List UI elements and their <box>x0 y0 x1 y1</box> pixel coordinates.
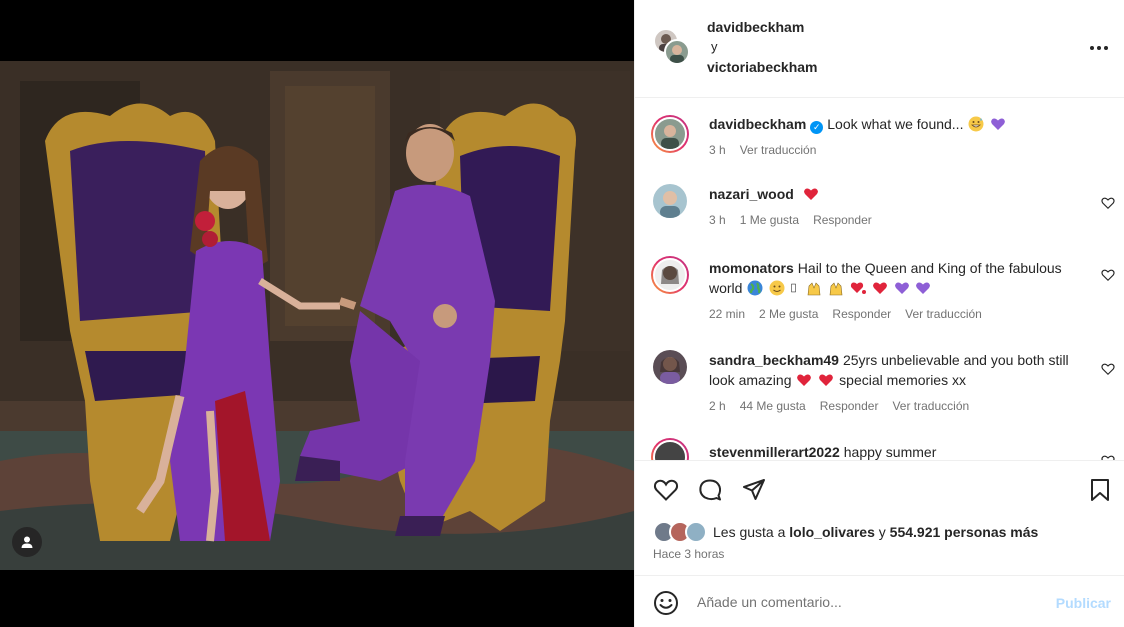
red-heart-emoji <box>797 374 812 386</box>
heart-exclamation-emoji <box>850 282 866 294</box>
purple-heart-emoji <box>894 282 909 294</box>
comment-bubble-icon[interactable] <box>697 477 723 503</box>
smiley-emoji <box>769 280 785 296</box>
comments-list[interactable]: davidbeckham ✓ Look what we found... 3 h V… <box>635 98 1124 460</box>
post-detail-panel: davidbeckham y victoriabeckham davidbeck… <box>634 0 1124 627</box>
like-heart-icon[interactable] <box>653 477 679 503</box>
avatar[interactable] <box>651 438 689 460</box>
see-translation-button[interactable]: Ver traducción <box>740 140 817 160</box>
emoji-picker-icon[interactable] <box>653 590 679 616</box>
likes-text[interactable]: Les gusta a lolo_olivares y 554.921 pers… <box>713 524 1038 540</box>
add-comment-bar: Publicar <box>635 577 1124 627</box>
comment-input[interactable] <box>697 591 1027 613</box>
avatar[interactable] <box>653 184 687 218</box>
author-username[interactable]: victoriabeckham <box>707 57 818 77</box>
comment-likes[interactable]: 2 Me gusta <box>759 304 818 324</box>
comment-likes[interactable]: 44 Me gusta <box>740 396 806 416</box>
see-translation-button[interactable]: Ver traducción <box>892 396 969 416</box>
liker-avatars[interactable] <box>653 521 711 543</box>
collab-names: davidbeckham y victoriabeckham <box>707 17 818 77</box>
comment-username[interactable]: stevenmillerart2022 <box>709 444 840 460</box>
red-heart-emoji <box>872 282 887 294</box>
save-bookmark-icon[interactable] <box>1087 477 1113 503</box>
purple-heart-emoji <box>916 282 931 294</box>
reply-button[interactable]: Responder <box>813 210 872 230</box>
likes-and: y <box>878 524 886 540</box>
comment-time: 3 h <box>709 213 726 227</box>
comment-username[interactable]: nazari_wood <box>709 186 794 202</box>
placeholder-box <box>791 283 796 293</box>
post-header: davidbeckham y victoriabeckham <box>635 0 1124 98</box>
red-heart-emoji <box>803 188 818 200</box>
reply-button[interactable]: Responder <box>832 304 891 324</box>
like-comment-heart-icon[interactable] <box>1101 362 1115 376</box>
tagged-users-button[interactable] <box>12 527 42 557</box>
liker-username[interactable]: lolo_olivares <box>789 524 875 540</box>
avatar[interactable] <box>664 39 690 65</box>
comment-time: 3 h <box>709 143 726 157</box>
more-horizontal-icon <box>1090 46 1108 50</box>
comment-time: 2 h <box>709 399 726 413</box>
caption-text: Look what we found... <box>827 116 964 132</box>
post-photo[interactable] <box>0 61 634 570</box>
purple-heart-emoji <box>991 118 1006 130</box>
globe-emoji <box>747 280 763 296</box>
likes-count[interactable]: 554.921 personas más <box>890 524 1039 540</box>
comment-text-after: special memories xx <box>839 372 966 388</box>
raising-hands-emoji <box>829 282 843 296</box>
grinning-sweat-emoji <box>968 116 984 132</box>
red-heart-emoji <box>819 374 834 386</box>
post-media <box>0 0 634 627</box>
likes-prefix: Les gusta a <box>713 524 786 540</box>
share-send-icon[interactable] <box>741 477 767 503</box>
raising-hands-emoji <box>807 282 821 296</box>
post-time[interactable]: Hace 3 horas <box>653 547 724 561</box>
likes-summary: Les gusta a lolo_olivares y 554.921 pers… <box>653 521 1038 543</box>
avatar <box>685 521 707 543</box>
comment-username[interactable]: davidbeckham <box>709 116 806 132</box>
avatar[interactable] <box>651 256 689 294</box>
photo-illustration <box>0 61 634 570</box>
comment-likes[interactable]: 1 Me gusta <box>740 210 799 230</box>
comment-text: happy summer <box>843 444 937 460</box>
author-username[interactable]: davidbeckham <box>707 17 818 37</box>
avatar[interactable] <box>651 115 689 153</box>
like-comment-heart-icon[interactable] <box>1101 196 1115 210</box>
avatar[interactable] <box>653 350 687 384</box>
collab-avatars[interactable] <box>653 28 693 68</box>
post-actions: Les gusta a lolo_olivares y 554.921 pers… <box>635 460 1124 576</box>
comment-username[interactable]: momonators <box>709 260 794 276</box>
comment-time: 22 min <box>709 307 746 321</box>
conjunction-text: y <box>711 39 718 54</box>
comment-username[interactable]: sandra_beckham49 <box>709 352 839 368</box>
see-translation-button[interactable]: Ver traducción <box>905 304 982 324</box>
more-options-button[interactable] <box>1087 36 1111 60</box>
person-icon <box>21 536 33 548</box>
post-comment-button[interactable]: Publicar <box>1056 595 1111 611</box>
like-comment-heart-icon[interactable] <box>1101 268 1115 282</box>
reply-button[interactable]: Responder <box>820 396 879 416</box>
verified-badge-icon: ✓ <box>810 121 824 134</box>
